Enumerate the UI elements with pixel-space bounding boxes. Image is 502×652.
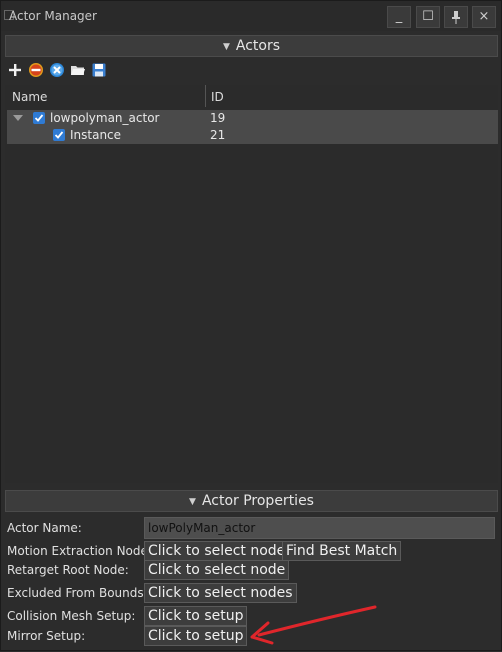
annotation-arrow-icon <box>250 605 377 645</box>
actor-manager-window: Actor Manager _ ☐ × ▼ Actors Name ID low… <box>0 0 502 651</box>
